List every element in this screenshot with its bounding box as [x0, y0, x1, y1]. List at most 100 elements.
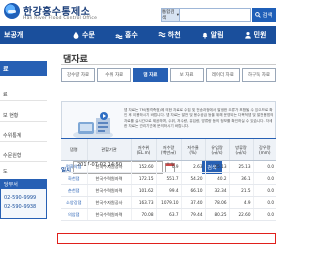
table-cell: 32.34	[204, 184, 229, 197]
table-cell: 0.0	[252, 160, 276, 173]
table-cell: 1079.10	[155, 196, 181, 209]
table-cell: 22.60	[228, 208, 253, 221]
top-navigation: 보공개 수문 홍수 하천 알림 민원	[0, 26, 276, 44]
search-scope-select[interactable]: 통합검색 ▾	[162, 9, 180, 21]
flood-icon	[115, 34, 123, 39]
nav-item-flood[interactable]: 홍수	[115, 30, 138, 40]
table-row[interactable]: 춘천댐 한국수력원자력 101.62 99.4 66.10 32.34 21.5…	[61, 184, 276, 197]
table-cell: 한국수력원자력	[86, 184, 131, 197]
table-cell: 36.1	[228, 172, 253, 185]
table-cell: 78.06	[204, 196, 229, 209]
column-header[interactable]: 댐명	[61, 138, 87, 161]
bell-icon	[202, 32, 208, 39]
sidebar-item-4[interactable]: 도	[3, 168, 8, 175]
tab-dam[interactable]: 댐 자료	[133, 68, 168, 82]
dam-name-link[interactable]: 평화의댐	[61, 160, 87, 173]
table-cell: 172.15	[130, 172, 156, 185]
dam-illustration-icon	[73, 112, 113, 140]
column-header[interactable]: 유입량 (㎥/s)	[204, 138, 229, 161]
info-notice-text: 댐 자료는 TM(원격측정)에 의한 자료로 수집 및 전송과정에서 발생한 오…	[124, 108, 274, 129]
divider	[0, 121, 47, 122]
nav-item-info-disclosure[interactable]: 보공개	[0, 26, 52, 44]
dam-name-link[interactable]: 춘천댐	[61, 184, 87, 197]
divider	[0, 100, 47, 101]
divider	[61, 64, 276, 65]
table-row[interactable]: 의암댐 한국수력원자력 70.08 63.7 79.44 80.25 22.60…	[61, 208, 276, 221]
nav-item-notice[interactable]: 알림	[201, 30, 224, 40]
search-input[interactable]	[180, 9, 250, 21]
nav-item-river[interactable]: 하천	[158, 30, 181, 40]
table-cell: 0.0	[252, 208, 276, 221]
nav-item-civil[interactable]: 민원	[244, 30, 266, 40]
left-sidebar: 료 료 보 현황 수위통계 수문원형 도 당부서 02-590-9999 02-…	[0, 44, 47, 260]
table-cell: 79.44	[180, 208, 205, 221]
river-icon	[158, 32, 166, 38]
person-icon	[244, 31, 251, 39]
search-box: 통합검색 ▾	[161, 8, 251, 22]
sidebar-item-2[interactable]: 수위통계	[3, 132, 21, 139]
table-cell: 40.2	[204, 172, 229, 185]
nav-item-hydrology[interactable]: 수문	[72, 30, 95, 40]
table-cell: 163.73	[130, 196, 156, 209]
table-cell: 25.13	[228, 160, 253, 173]
site-header: 한강홍수통제소 Han River Flood Control Office 통…	[0, 0, 276, 26]
sidebar-item-0[interactable]: 료	[3, 91, 8, 98]
table-cell: 80.25	[204, 208, 229, 221]
table-row[interactable]: 평화의댐 한국수자원공사 152.60 0.9 2.63 25.13 25.13…	[61, 160, 276, 173]
tab-radar[interactable]: 레이더 자료	[205, 68, 240, 82]
table-cell: 한국수력원자력	[86, 208, 131, 221]
column-header[interactable]: 저수율 (%)	[180, 138, 205, 161]
search-icon	[255, 12, 262, 18]
table-cell: 한국수자원공사	[86, 196, 131, 209]
table-cell: 한국수력원자력	[86, 172, 131, 185]
sidebar-section-title: 료	[0, 61, 47, 76]
table-cell: 99.4	[155, 184, 181, 197]
sidebar-item-1[interactable]: 보 현황	[3, 112, 18, 119]
table-cell: 37.40	[180, 196, 205, 209]
table-cell: 0.0	[252, 196, 276, 209]
divider	[0, 141, 47, 142]
table-header-row: 댐명 관할기관 저수위 (EL.m) 저수량 (백만㎥) 저수율 (%) 유입량 (㎥/…	[61, 138, 276, 161]
column-header[interactable]: 방류량 (㎥/s)	[228, 138, 253, 161]
column-header[interactable]: 저수위 (EL.m)	[130, 138, 156, 161]
tab-water-level[interactable]: 수위 자료	[97, 68, 132, 82]
contact-tel-2: 02-590-9938	[4, 204, 37, 210]
divider	[0, 161, 47, 162]
column-header[interactable]: 강우량 (mm)	[252, 138, 276, 161]
logo-icon[interactable]	[4, 3, 20, 19]
tab-rainfall[interactable]: 강수량 자료	[61, 68, 96, 82]
table-cell: 21.5	[228, 184, 253, 197]
logo-subtitle: Han River Flood Control Office	[23, 16, 98, 21]
contact-tel-1: 02-590-9999	[4, 195, 37, 201]
dam-data-table: 댐명 관할기관 저수위 (EL.m) 저수량 (백만㎥) 저수율 (%) 유입량 (㎥/…	[61, 138, 276, 221]
table-row[interactable]: 화천댐 한국수력원자력 172.15 551.7 54.20 40.2 36.1…	[61, 172, 276, 185]
table-cell: 0.0	[252, 184, 276, 197]
table-cell: 2.63	[180, 160, 205, 173]
table-cell: 70.08	[130, 208, 156, 221]
data-tabs: 강수량 자료 수위 자료 댐 자료 보 자료 레이더 자료 하구둑 자료	[61, 68, 277, 82]
table-cell: 25.13	[204, 160, 229, 173]
table-cell: 66.10	[180, 184, 205, 197]
dam-name-link[interactable]: 화천댐	[61, 172, 87, 185]
table-cell: 한국수자원공사	[86, 160, 131, 173]
tab-weir[interactable]: 보 자료	[169, 68, 204, 82]
table-cell: 63.7	[155, 208, 181, 221]
column-header[interactable]: 저수량 (백만㎥)	[155, 138, 181, 161]
contact-title: 당부서	[1, 180, 46, 189]
table-cell: 101.62	[130, 184, 156, 197]
table-cell: 0.0	[252, 172, 276, 185]
table-cell: 4.9	[228, 196, 253, 209]
table-cell: 54.20	[180, 172, 205, 185]
sidebar-item-3[interactable]: 수문원형	[3, 152, 21, 159]
tab-estuary-barrage[interactable]: 하구둑 자료	[241, 68, 277, 82]
dam-name-link[interactable]: 소양강댐	[61, 196, 87, 209]
search-button[interactable]: 검색	[252, 8, 276, 22]
contact-box: 당부서 02-590-9999 02-590-9938	[0, 179, 47, 219]
column-header[interactable]: 관할기관	[86, 138, 131, 161]
table-cell: 551.7	[155, 172, 181, 185]
water-drop-icon	[73, 31, 79, 39]
dam-name-link[interactable]: 의암댐	[61, 208, 87, 221]
table-row-highlighted[interactable]: 소양강댐 한국수자원공사 163.73 1079.10 37.40 78.06 …	[61, 196, 276, 209]
table-cell: 0.9	[155, 160, 181, 173]
table-cell: 152.60	[130, 160, 156, 173]
